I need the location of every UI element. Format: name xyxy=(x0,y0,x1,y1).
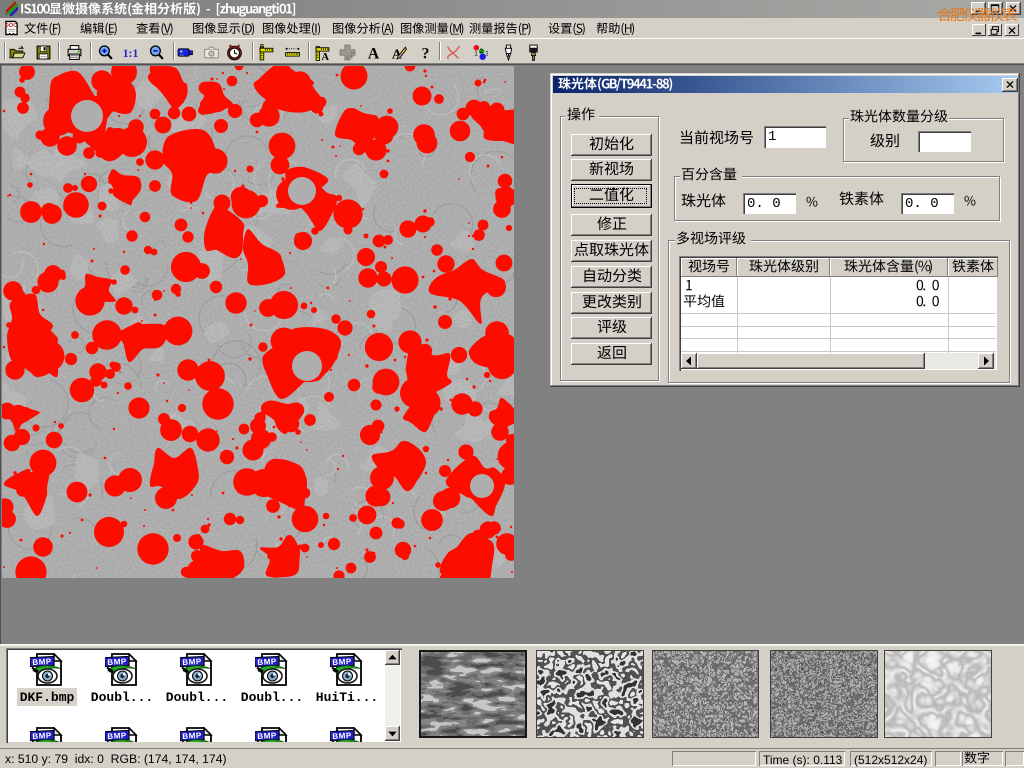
svg-text:A: A xyxy=(368,45,380,61)
svg-text:?: ? xyxy=(422,45,430,61)
svg-text:2: 2 xyxy=(480,48,484,55)
svg-text:A: A xyxy=(321,52,329,61)
svg-text:1: 1 xyxy=(474,51,478,58)
svg-text:1:1: 1:1 xyxy=(123,47,139,60)
svg-text:3: 3 xyxy=(485,51,488,58)
svg-text:DOC: DOC xyxy=(5,23,17,29)
